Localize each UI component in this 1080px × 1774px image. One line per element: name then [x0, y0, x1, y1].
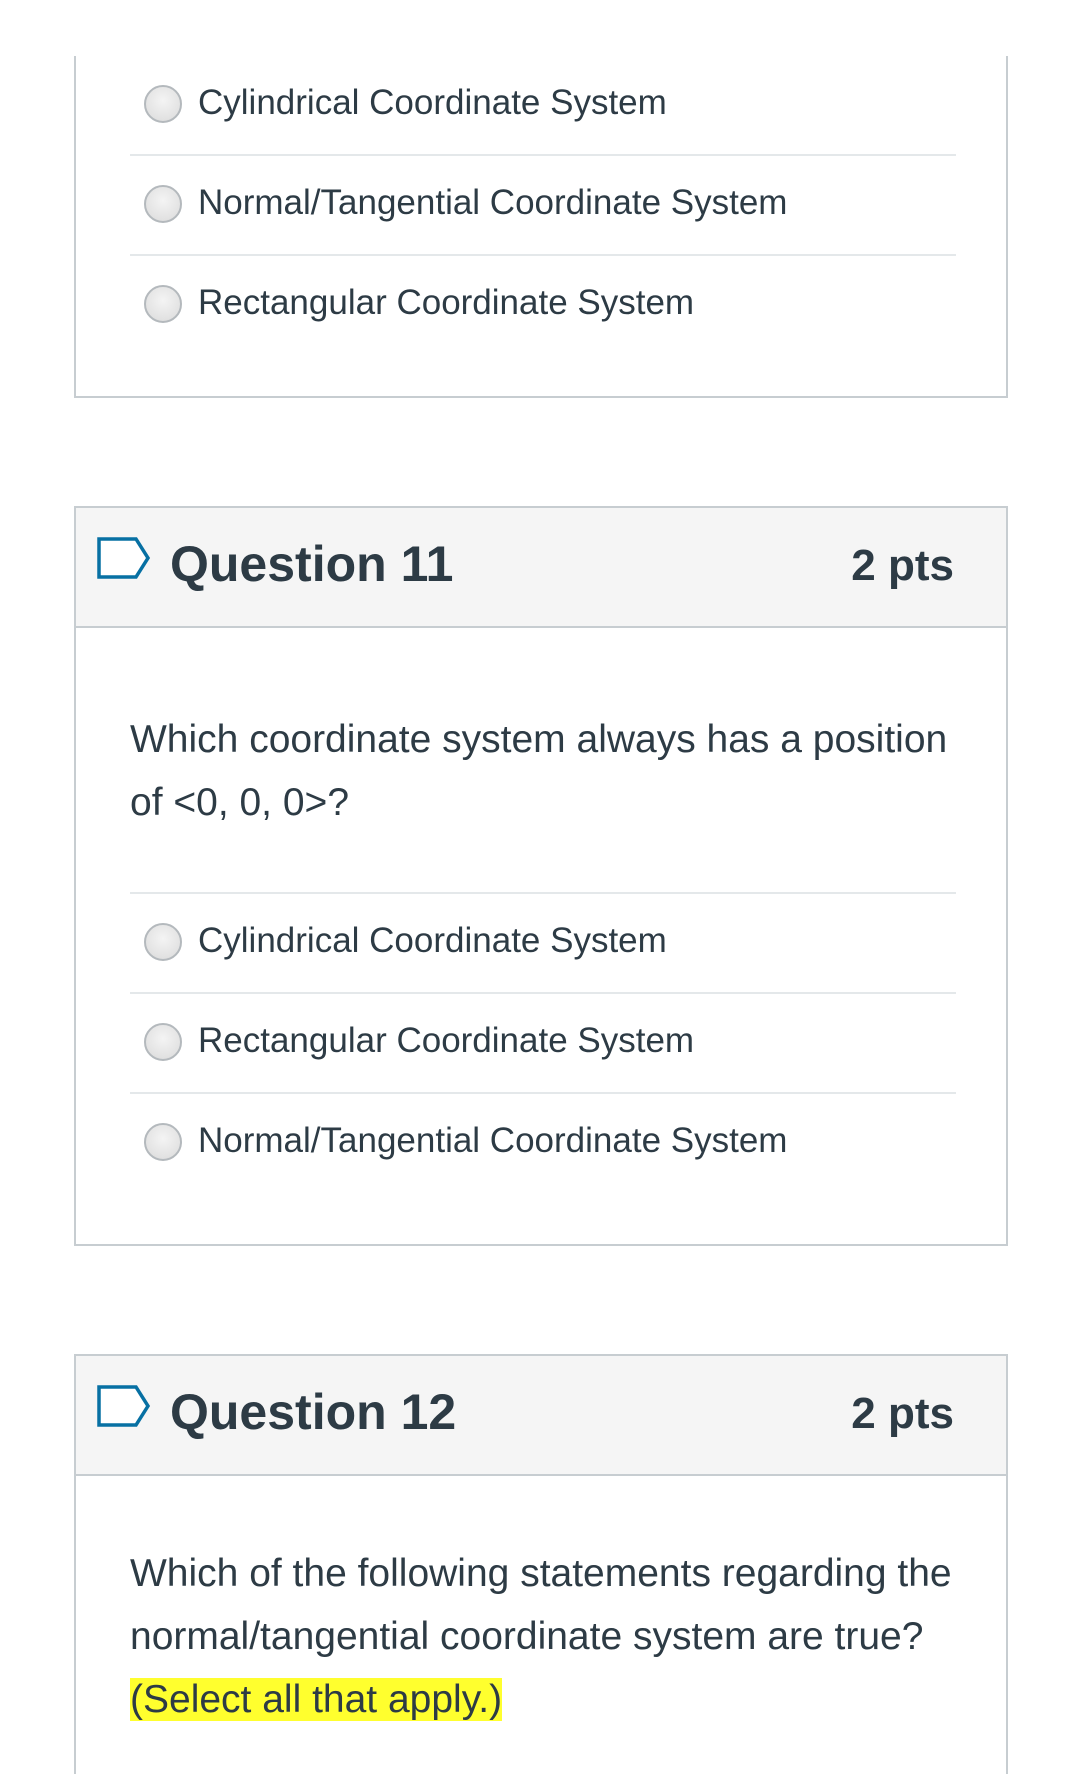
answer-label[interactable]: Rectangular Coordinate System	[198, 1016, 694, 1066]
answer-label[interactable]: Cylindrical Coordinate System	[198, 78, 667, 128]
question-10-card: Cylindrical Coordinate System Normal/Tan…	[74, 56, 1008, 398]
answer-option[interactable]: Cylindrical Coordinate System	[130, 894, 956, 994]
question-title: Question 12	[170, 1384, 457, 1440]
answer-label[interactable]: Normal/Tangential Coordinate System	[198, 178, 787, 228]
radio-button[interactable]	[144, 923, 182, 961]
question-text: Which coordinate system always has a pos…	[130, 718, 948, 824]
answer-label[interactable]: Rectangular Coordinate System	[198, 278, 694, 328]
radio-button[interactable]	[144, 1023, 182, 1061]
answer-label[interactable]: Normal/Tangential Coordinate System	[198, 1116, 787, 1166]
question-points: 2 pts	[851, 1389, 954, 1438]
radio-button[interactable]	[144, 1123, 182, 1161]
question-header: Question 11 2 pts	[76, 508, 1006, 628]
question-text: Which of the following statements regard…	[130, 1542, 958, 1731]
question-title: Question 11	[170, 536, 454, 592]
answer-option[interactable]: Rectangular Coordinate System	[130, 994, 956, 1094]
answer-label[interactable]: Cylindrical Coordinate System	[198, 916, 667, 966]
flag-question-icon[interactable]	[96, 536, 152, 580]
question-points: 2 pts	[851, 541, 954, 590]
question-10-answers: Cylindrical Coordinate System Normal/Tan…	[130, 56, 956, 354]
select-all-highlight: (Select all that apply.)	[130, 1678, 503, 1721]
radio-button[interactable]	[144, 85, 182, 123]
answer-option[interactable]: Cylindrical Coordinate System	[130, 56, 956, 156]
question-header: Question 12 2 pts	[76, 1356, 1006, 1476]
radio-button[interactable]	[144, 285, 182, 323]
answer-option[interactable]: Rectangular Coordinate System	[130, 256, 956, 354]
question-12-card: Question 12 2 pts Which of the following…	[74, 1354, 1008, 1774]
answer-option[interactable]: Normal/Tangential Coordinate System	[130, 156, 956, 256]
radio-button[interactable]	[144, 185, 182, 223]
question-11-card: Question 11 2 pts Which coordinate syste…	[74, 506, 1008, 1246]
question-11-answers: Cylindrical Coordinate System Rectangula…	[130, 892, 956, 1192]
flag-question-icon[interactable]	[96, 1384, 152, 1428]
question-text-body: Which of the following statements regard…	[130, 1552, 952, 1658]
answer-option[interactable]: Normal/Tangential Coordinate System	[130, 1094, 956, 1192]
